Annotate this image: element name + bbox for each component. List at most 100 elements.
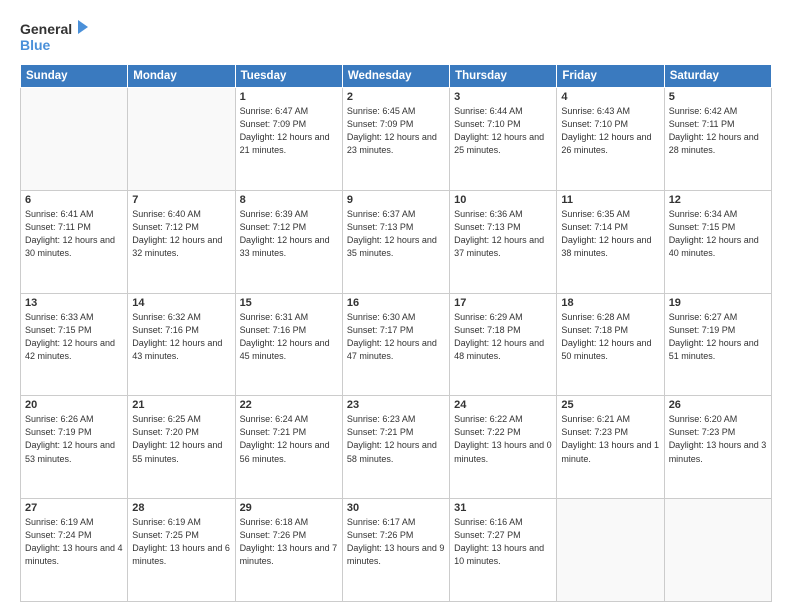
day-info: Sunrise: 6:42 AM Sunset: 7:11 PM Dayligh… [669,105,767,157]
calendar-cell: 28 Sunrise: 6:19 AM Sunset: 7:25 PM Dayli… [128,499,235,602]
calendar-cell: 20 Sunrise: 6:26 AM Sunset: 7:19 PM Dayli… [21,396,128,499]
calendar-cell: 10Sunrise: 6:36 AM Sunset: 7:13 PM Dayli… [450,190,557,293]
day-number: 11 [561,194,659,206]
day-number: 21 [132,399,230,411]
day-number: 18 [561,297,659,309]
day-number: 2 [347,91,445,103]
day-number: 22 [240,399,338,411]
day-info: Sunrise: 6:36 AM Sunset: 7:13 PM Dayligh… [454,208,552,260]
col-header-thursday: Thursday [450,65,557,88]
day-info: Sunrise: 6:31 AM Sunset: 7:16 PM Dayligh… [240,311,338,363]
calendar-cell [664,499,771,602]
day-number: 15 [240,297,338,309]
calendar-week-row: 1 Sunrise: 6:47 AM Sunset: 7:09 PM Daylig… [21,88,772,191]
day-info: Sunrise: 6:20 AM Sunset: 7:23 PM Dayligh… [669,413,767,465]
day-number: 20 [25,399,123,411]
day-number: 25 [561,399,659,411]
calendar-table: SundayMondayTuesdayWednesdayThursdayFrid… [20,64,772,602]
calendar-cell: 4 Sunrise: 6:43 AM Sunset: 7:10 PM Daylig… [557,88,664,191]
day-info: Sunrise: 6:22 AM Sunset: 7:22 PM Dayligh… [454,413,552,465]
day-info: Sunrise: 6:41 AM Sunset: 7:11 PM Dayligh… [25,208,123,260]
calendar-cell: 27 Sunrise: 6:19 AM Sunset: 7:24 PM Dayli… [21,499,128,602]
calendar-week-row: 27 Sunrise: 6:19 AM Sunset: 7:24 PM Dayli… [21,499,772,602]
day-info: Sunrise: 6:26 AM Sunset: 7:19 PM Dayligh… [25,413,123,465]
col-header-saturday: Saturday [664,65,771,88]
calendar-cell: 29 Sunrise: 6:18 AM Sunset: 7:26 PM Dayli… [235,499,342,602]
day-info: Sunrise: 6:29 AM Sunset: 7:18 PM Dayligh… [454,311,552,363]
calendar-cell: 17Sunrise: 6:29 AM Sunset: 7:18 PM Dayli… [450,293,557,396]
calendar-cell: 14 Sunrise: 6:32 AM Sunset: 7:16 PM Dayli… [128,293,235,396]
calendar-cell: 19 Sunrise: 6:27 AM Sunset: 7:19 PM Dayli… [664,293,771,396]
day-info: Sunrise: 6:27 AM Sunset: 7:19 PM Dayligh… [669,311,767,363]
calendar-cell: 26 Sunrise: 6:20 AM Sunset: 7:23 PM Dayli… [664,396,771,499]
calendar-week-row: 13 Sunrise: 6:33 AM Sunset: 7:15 PM Dayli… [21,293,772,396]
day-number: 9 [347,194,445,206]
calendar-cell: 22 Sunrise: 6:24 AM Sunset: 7:21 PM Dayli… [235,396,342,499]
day-info: Sunrise: 6:35 AM Sunset: 7:14 PM Dayligh… [561,208,659,260]
day-number: 3 [454,91,552,103]
calendar-cell [128,88,235,191]
logo-svg: GeneralBlue [20,18,90,56]
day-number: 19 [669,297,767,309]
day-number: 8 [240,194,338,206]
day-number: 30 [347,502,445,514]
day-number: 7 [132,194,230,206]
calendar-cell: 23Sunrise: 6:23 AM Sunset: 7:21 PM Dayli… [342,396,449,499]
day-number: 31 [454,502,552,514]
day-info: Sunrise: 6:33 AM Sunset: 7:15 PM Dayligh… [25,311,123,363]
calendar-cell: 31 Sunrise: 6:16 AM Sunset: 7:27 PM Dayli… [450,499,557,602]
day-number: 6 [25,194,123,206]
calendar-cell: 7 Sunrise: 6:40 AM Sunset: 7:12 PM Daylig… [128,190,235,293]
day-info: Sunrise: 6:23 AM Sunset: 7:21 PM Dayligh… [347,413,445,465]
day-number: 26 [669,399,767,411]
calendar-cell: 15 Sunrise: 6:31 AM Sunset: 7:16 PM Dayli… [235,293,342,396]
day-number: 1 [240,91,338,103]
day-number: 24 [454,399,552,411]
day-info: Sunrise: 6:19 AM Sunset: 7:24 PM Dayligh… [25,516,123,568]
day-info: Sunrise: 6:43 AM Sunset: 7:10 PM Dayligh… [561,105,659,157]
calendar-cell: 13 Sunrise: 6:33 AM Sunset: 7:15 PM Dayli… [21,293,128,396]
calendar-cell: 6 Sunrise: 6:41 AM Sunset: 7:11 PM Daylig… [21,190,128,293]
day-info: Sunrise: 6:47 AM Sunset: 7:09 PM Dayligh… [240,105,338,157]
logo: GeneralBlue [20,18,90,56]
calendar-cell: 3Sunrise: 6:44 AM Sunset: 7:10 PM Daylig… [450,88,557,191]
col-header-sunday: Sunday [21,65,128,88]
day-info: Sunrise: 6:24 AM Sunset: 7:21 PM Dayligh… [240,413,338,465]
day-number: 27 [25,502,123,514]
calendar-week-row: 6 Sunrise: 6:41 AM Sunset: 7:11 PM Daylig… [21,190,772,293]
calendar-cell: 24 Sunrise: 6:22 AM Sunset: 7:22 PM Dayli… [450,396,557,499]
svg-text:General: General [20,21,72,37]
calendar-cell: 11 Sunrise: 6:35 AM Sunset: 7:14 PM Dayli… [557,190,664,293]
day-number: 28 [132,502,230,514]
calendar-cell: 30Sunrise: 6:17 AM Sunset: 7:26 PM Dayli… [342,499,449,602]
calendar-cell: 9 Sunrise: 6:37 AM Sunset: 7:13 PM Daylig… [342,190,449,293]
day-info: Sunrise: 6:19 AM Sunset: 7:25 PM Dayligh… [132,516,230,568]
day-number: 16 [347,297,445,309]
day-number: 13 [25,297,123,309]
col-header-friday: Friday [557,65,664,88]
calendar-cell: 16 Sunrise: 6:30 AM Sunset: 7:17 PM Dayli… [342,293,449,396]
day-info: Sunrise: 6:25 AM Sunset: 7:20 PM Dayligh… [132,413,230,465]
day-info: Sunrise: 6:21 AM Sunset: 7:23 PM Dayligh… [561,413,659,465]
day-number: 29 [240,502,338,514]
page: GeneralBlue SundayMondayTuesdayWednesday… [0,0,792,612]
calendar-cell: 12Sunrise: 6:34 AM Sunset: 7:15 PM Dayli… [664,190,771,293]
day-info: Sunrise: 6:18 AM Sunset: 7:26 PM Dayligh… [240,516,338,568]
day-info: Sunrise: 6:40 AM Sunset: 7:12 PM Dayligh… [132,208,230,260]
col-header-wednesday: Wednesday [342,65,449,88]
day-info: Sunrise: 6:16 AM Sunset: 7:27 PM Dayligh… [454,516,552,568]
calendar-cell: 5Sunrise: 6:42 AM Sunset: 7:11 PM Daylig… [664,88,771,191]
calendar-cell: 1 Sunrise: 6:47 AM Sunset: 7:09 PM Daylig… [235,88,342,191]
calendar-cell [21,88,128,191]
header: GeneralBlue [20,18,772,56]
day-info: Sunrise: 6:30 AM Sunset: 7:17 PM Dayligh… [347,311,445,363]
day-info: Sunrise: 6:39 AM Sunset: 7:12 PM Dayligh… [240,208,338,260]
day-number: 4 [561,91,659,103]
day-info: Sunrise: 6:28 AM Sunset: 7:18 PM Dayligh… [561,311,659,363]
col-header-tuesday: Tuesday [235,65,342,88]
day-info: Sunrise: 6:45 AM Sunset: 7:09 PM Dayligh… [347,105,445,157]
day-info: Sunrise: 6:32 AM Sunset: 7:16 PM Dayligh… [132,311,230,363]
day-number: 14 [132,297,230,309]
calendar-header-row: SundayMondayTuesdayWednesdayThursdayFrid… [21,65,772,88]
day-info: Sunrise: 6:37 AM Sunset: 7:13 PM Dayligh… [347,208,445,260]
